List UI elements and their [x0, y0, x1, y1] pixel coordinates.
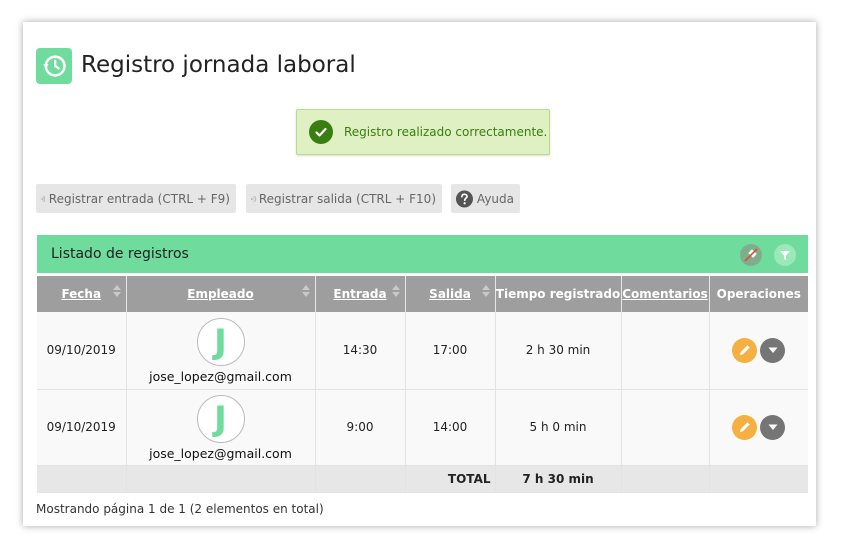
- sign-out-icon: [250, 196, 256, 201]
- avatar: J: [196, 318, 245, 367]
- cell-fecha: 09/10/2019: [37, 389, 127, 466]
- column-header-entrada[interactable]: Entrada: [315, 276, 406, 312]
- register-exit-label: Registrar salida (CTRL + F10): [258, 191, 436, 206]
- sort-icon: [301, 285, 310, 297]
- list-header: Listado de registros: [37, 235, 808, 273]
- cell-operaciones: [709, 389, 808, 466]
- sign-in-icon: [40, 196, 45, 201]
- history-clock-icon: [36, 48, 72, 84]
- cell-fecha: 09/10/2019: [37, 312, 127, 390]
- avatar: J: [196, 395, 245, 443]
- sort-icon: [481, 285, 490, 297]
- table-row: 09/10/2019 J jose_lopez@gmail.com 9:00 1…: [37, 389, 808, 466]
- pin-off-icon[interactable]: [740, 244, 762, 266]
- column-header-salida[interactable]: Salida: [405, 276, 496, 312]
- edit-pencil-icon[interactable]: [732, 337, 758, 363]
- cell-empleado: J jose_lopez@gmail.com: [126, 389, 316, 466]
- filter-icon[interactable]: [774, 244, 796, 266]
- register-entry-button[interactable]: Registrar entrada (CTRL + F9): [36, 184, 236, 213]
- column-header-comentarios[interactable]: Comentarios: [621, 276, 710, 312]
- cell-salida: 17:00: [405, 312, 496, 390]
- cell-comentarios: [621, 389, 710, 466]
- edit-pencil-icon[interactable]: [732, 414, 758, 440]
- list-title: Listado de registros: [51, 246, 189, 262]
- check-circle-icon: [309, 120, 333, 144]
- cell-operaciones: [709, 312, 808, 390]
- cell-entrada: 9:00: [315, 389, 406, 466]
- cell-comentarios: [621, 312, 710, 390]
- employee-email: jose_lopez@gmail.com: [149, 369, 292, 385]
- records-table: Fecha Empleado Entrada Salida Tiempo reg…: [37, 276, 808, 493]
- register-entry-label: Registrar entrada (CTRL + F9): [48, 191, 230, 206]
- alert-message: Registro realizado correctamente.: [344, 125, 548, 139]
- total-label: TOTAL: [405, 465, 496, 493]
- chevron-down-icon[interactable]: [760, 337, 786, 363]
- column-header-empleado[interactable]: Empleado: [126, 276, 316, 312]
- cell-tiempo: 5 h 0 min: [495, 389, 622, 466]
- column-header-tiempo: Tiempo registrado: [495, 276, 622, 312]
- pagination-info: Mostrando página 1 de 1 (2 elementos en …: [36, 502, 324, 516]
- cell-entrada: 14:30: [315, 312, 406, 390]
- total-row: TOTAL 7 h 30 min: [37, 465, 808, 493]
- sort-icon: [391, 285, 400, 297]
- cell-tiempo: 2 h 30 min: [495, 312, 622, 390]
- column-header-operaciones: Operaciones: [709, 276, 808, 312]
- page-title: Registro jornada laboral: [81, 52, 356, 78]
- table-row: 09/10/2019 J jose_lopez@gmail.com 14:30 …: [37, 312, 808, 390]
- success-alert: Registro realizado correctamente.: [296, 109, 550, 155]
- chevron-down-icon[interactable]: [760, 414, 786, 440]
- sort-icon: [112, 285, 121, 297]
- cell-empleado: J jose_lopez@gmail.com: [126, 312, 316, 390]
- help-button[interactable]: Ayuda: [451, 184, 520, 213]
- total-value: 7 h 30 min: [495, 465, 622, 493]
- employee-email: jose_lopez@gmail.com: [149, 446, 292, 461]
- help-label: Ayuda: [476, 191, 514, 206]
- column-header-fecha[interactable]: Fecha: [37, 276, 127, 312]
- register-exit-button[interactable]: Registrar salida (CTRL + F10): [246, 184, 442, 213]
- question-circle-icon: [455, 189, 473, 208]
- table-header-row: Fecha Empleado Entrada Salida Tiempo reg…: [37, 276, 808, 312]
- cell-salida: 14:00: [405, 389, 496, 466]
